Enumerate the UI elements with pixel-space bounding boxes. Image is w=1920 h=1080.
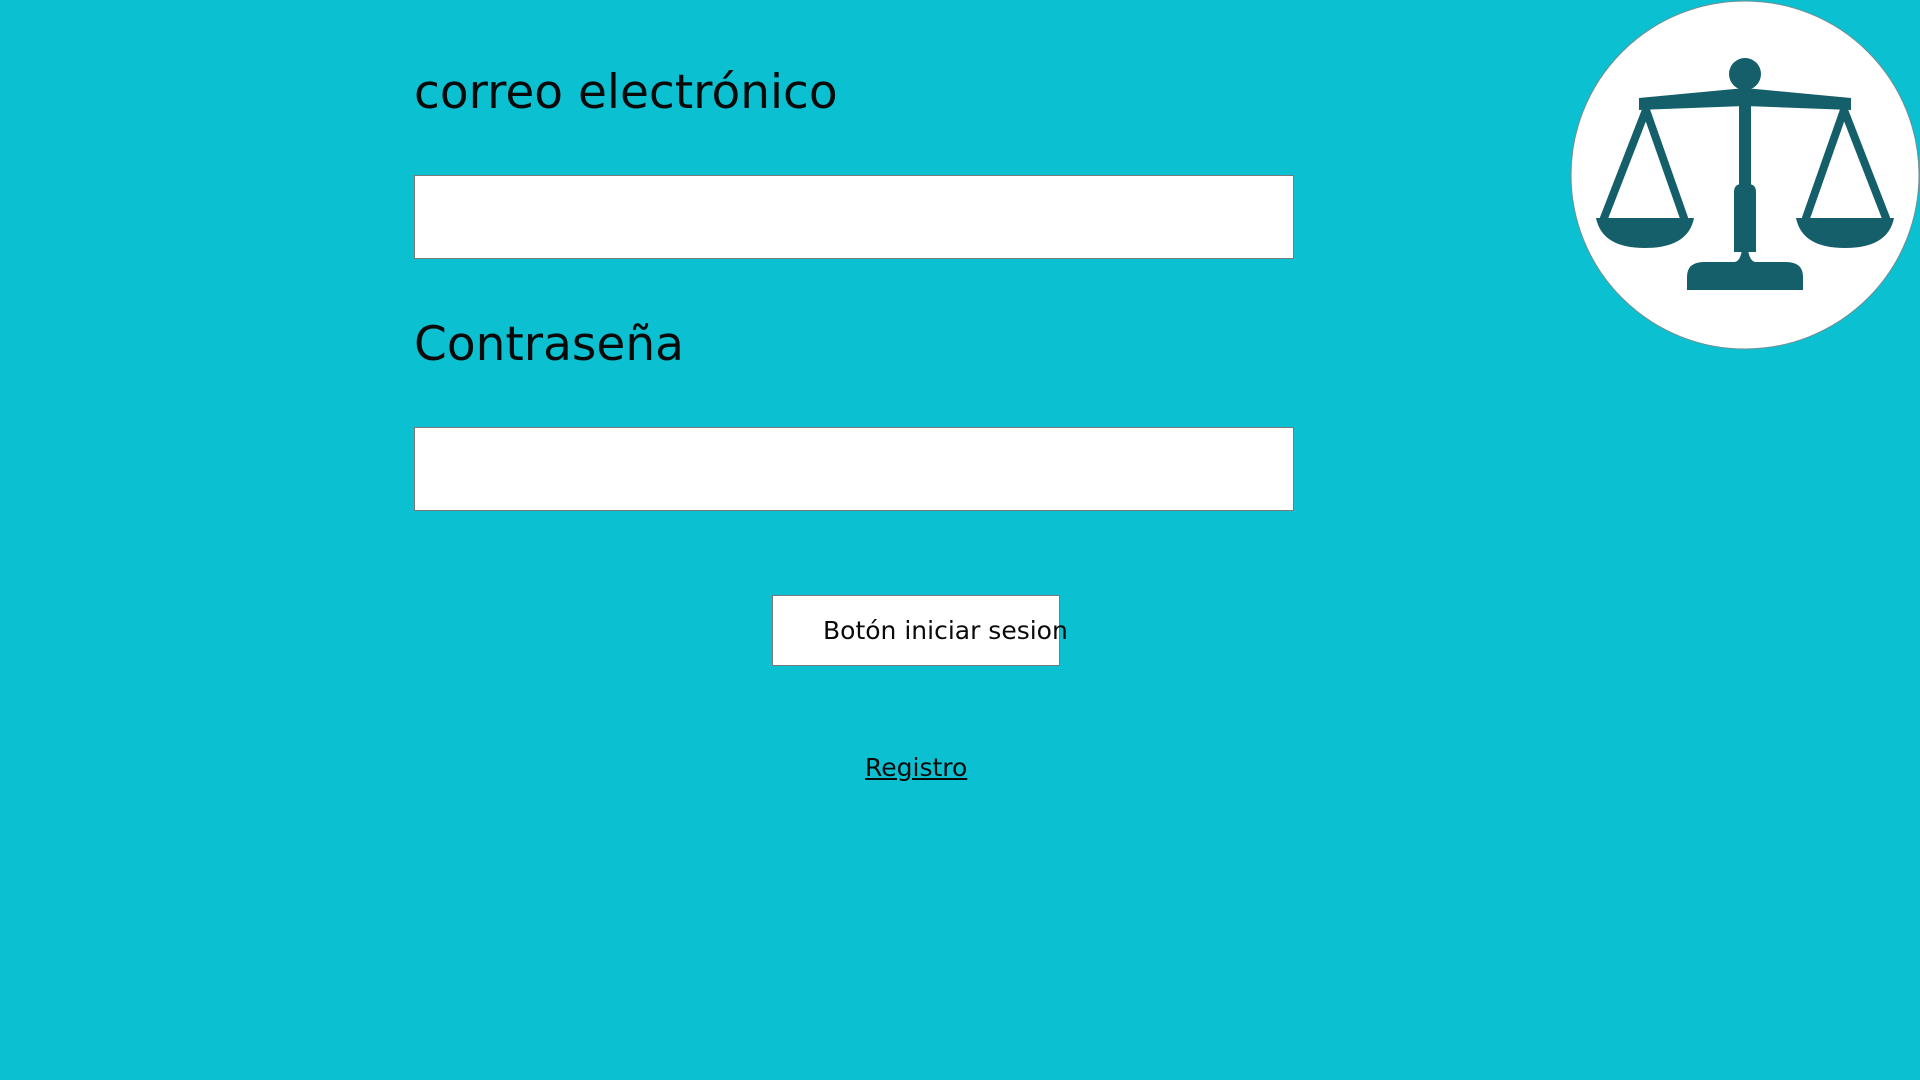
password-input[interactable] (414, 427, 1294, 511)
email-label: correo electrónico (414, 65, 838, 120)
logo (1570, 0, 1920, 350)
login-button[interactable]: Botón iniciar sesion (772, 595, 1068, 666)
password-label: Contraseña (414, 317, 684, 372)
login-page: correo electrónico Contraseña Botón inic… (0, 0, 1920, 1080)
email-input[interactable] (414, 175, 1294, 259)
register-link[interactable]: Registro (865, 753, 967, 782)
scales-of-justice-icon (1570, 0, 1920, 350)
